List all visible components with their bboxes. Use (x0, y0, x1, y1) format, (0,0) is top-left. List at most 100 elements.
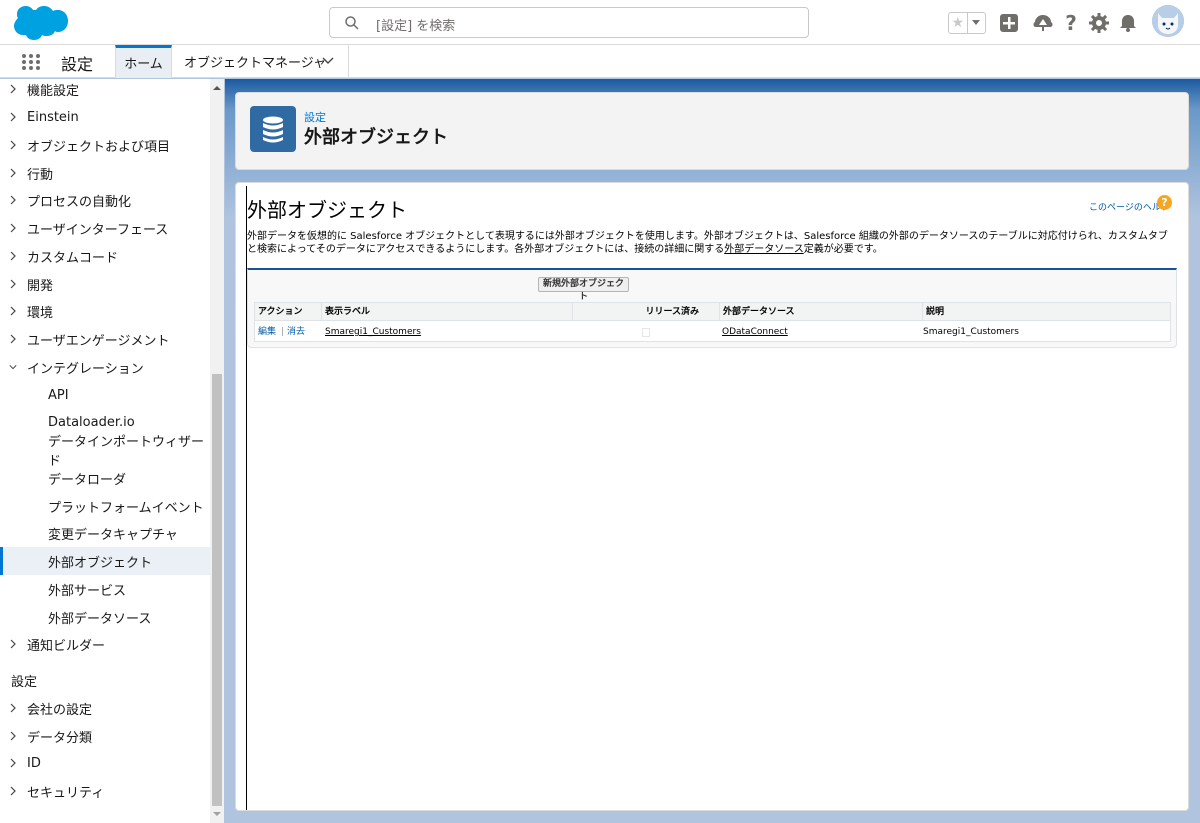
scroll-up-arrow-icon[interactable] (212, 83, 222, 93)
sidebar-item-custom-code[interactable]: カスタムコード (0, 242, 210, 270)
sidebar-item-label: Einstein (27, 109, 79, 125)
external-objects-table: アクション 表示ラベル リリース済み 外部データソース 説明 編集 | 消去 S… (254, 302, 1171, 342)
sidebar-item-einstein[interactable]: Einstein (0, 103, 210, 131)
sidebar-item-platform-events[interactable]: プラットフォームイベント (0, 492, 210, 520)
sidebar-item-objects-fields[interactable]: オブジェクトおよび項目 (0, 131, 210, 159)
sidebar-item-external-data-sources[interactable]: 外部データソース (0, 603, 210, 631)
column-header-description[interactable]: 説明 (922, 303, 1170, 321)
sidebar-item-label: 通知ビルダー (27, 638, 106, 654)
star-icon[interactable]: ★ (949, 13, 968, 33)
trailhead-icon[interactable] (1032, 12, 1054, 34)
chevron-right-icon (10, 168, 16, 178)
global-header: [設定] を検索 ★ ? (0, 0, 1200, 45)
sidebar-item-external-objects[interactable]: 外部オブジェクト (0, 547, 210, 575)
sidebar-item-label: データローダ (48, 472, 127, 488)
gear-icon[interactable] (1088, 12, 1110, 34)
sidebar-item-label: ID (27, 755, 41, 771)
sidebar-item-development[interactable]: 開発 (0, 270, 210, 298)
action-separator: | (281, 327, 285, 337)
chevron-right-icon (10, 251, 16, 261)
scroll-down-arrow-icon[interactable] (212, 809, 222, 819)
sidebar-item-label: 会社の設定 (27, 702, 93, 718)
external-data-source-link[interactable]: 外部データソース (724, 244, 804, 255)
sidebar-item-label: カスタムコード (27, 250, 119, 266)
column-header-data-source[interactable]: 外部データソース (719, 303, 922, 321)
chevron-right-icon (10, 786, 16, 796)
sidebar-item-actions[interactable]: 行動 (0, 159, 210, 187)
sidebar-item-data-classification[interactable]: データ分類 (0, 722, 210, 750)
chevron-right-icon (10, 84, 16, 94)
chevron-right-icon (10, 334, 16, 344)
sidebar-item-label: 変更データキャプチャ (48, 527, 178, 543)
sidebar-item-label: データ分類 (27, 730, 93, 746)
description-text-end: 定義が必要です。 (803, 244, 883, 255)
chevron-down-icon[interactable] (322, 56, 334, 66)
chevron-right-icon (10, 306, 16, 316)
sidebar-item-external-services[interactable]: 外部サービス (0, 575, 210, 603)
salesforce-logo-icon[interactable] (14, 5, 68, 41)
sidebar-item-user-interface[interactable]: ユーザインターフェース (0, 214, 210, 242)
sidebar-item-label: 外部オブジェクト (48, 555, 153, 571)
chevron-right-icon (10, 639, 16, 649)
sidebar-item-label: 外部サービス (48, 583, 127, 599)
sidebar-item-label: 環境 (27, 305, 54, 321)
help-icon[interactable]: ? (1060, 12, 1082, 34)
chevron-right-icon (10, 140, 16, 150)
sidebar-item-label: API (48, 387, 69, 403)
page-title: 外部オブジェクト (304, 127, 448, 148)
sidebar-item-label: 外部データソース (48, 611, 152, 627)
search-bar[interactable]: [設定] を検索 (329, 7, 809, 38)
svg-text:?: ? (1065, 12, 1077, 34)
delete-link[interactable]: 消去 (287, 322, 305, 342)
column-header-label[interactable]: 表示ラベル (321, 303, 572, 321)
chevron-right-icon (10, 195, 16, 205)
sidebar-item-integrations[interactable]: インテグレーション (0, 353, 210, 381)
favorites-group[interactable]: ★ (948, 12, 986, 34)
sidebar-item-user-engagement[interactable]: ユーザエンゲージメント (0, 325, 210, 353)
sidebar-item-label: ユーザインターフェース (27, 222, 169, 238)
user-avatar[interactable] (1152, 5, 1184, 37)
chevron-right-icon (10, 112, 16, 122)
content-title: 外部オブジェクト (247, 198, 407, 222)
column-header-deployed[interactable]: リリース済み (572, 303, 719, 321)
sidebar-item-process-automation[interactable]: プロセスの自動化 (0, 186, 210, 214)
sidebar-item-identity[interactable]: ID (0, 749, 210, 777)
sidebar-item-data-loader[interactable]: データローダ (0, 464, 210, 492)
sidebar-item-label: 機能設定 (27, 83, 80, 99)
edit-link[interactable]: 編集 (258, 322, 276, 342)
sidebar-item-api[interactable]: API (0, 381, 210, 409)
chevron-right-icon (10, 758, 16, 768)
tab-home[interactable]: ホーム (115, 45, 172, 78)
new-external-object-button[interactable]: 新規外部オブジェクト (538, 277, 629, 302)
sidebar-scrollbar-thumb[interactable] (212, 374, 222, 806)
app-navigation: 設定 ホーム オブジェクトマネージャ (0, 45, 1200, 78)
sidebar-item-environments[interactable]: 環境 (0, 297, 210, 325)
sidebar-item-security[interactable]: セキュリティ (0, 777, 210, 805)
sidebar-item-notification-builder[interactable]: 通知ビルダー (0, 630, 210, 658)
chevron-down-icon (9, 365, 17, 370)
notification-bell-icon[interactable] (1117, 12, 1139, 34)
sidebar-item-label: Dataloader.io (48, 414, 135, 430)
sidebar-item-data-import-wizard[interactable]: データインポートウィザード (0, 435, 210, 469)
database-icon (250, 106, 296, 152)
search-icon (345, 16, 359, 30)
column-header-action: アクション (258, 307, 303, 317)
tab-object-manager-label: オブジェクトマネージャ (184, 56, 327, 71)
sidebar-item-label: 開発 (27, 278, 54, 294)
sidebar-item-company-settings[interactable]: 会社の設定 (0, 694, 210, 722)
search-placeholder: [設定] を検索 (376, 19, 456, 34)
external-object-label-link[interactable]: Smaregi1_Customers (325, 322, 421, 342)
sidebar-item-label: ユーザエンゲージメント (27, 333, 170, 349)
app-launcher-icon[interactable] (21, 53, 41, 71)
sidebar-item-label: プロセスの自動化 (27, 194, 132, 210)
sidebar-item-change-data-capture[interactable]: 変更データキャプチャ (0, 519, 210, 547)
data-source-link[interactable]: ODataConnect (722, 322, 788, 342)
tab-object-manager[interactable]: オブジェクトマネージャ (172, 45, 349, 78)
deployed-checkbox (642, 328, 650, 337)
sidebar-item-feature-settings[interactable]: 機能設定 (0, 79, 210, 103)
add-icon[interactable] (998, 12, 1020, 34)
sidebar-item-label: プラットフォームイベント (48, 500, 204, 516)
chevron-down-icon[interactable] (968, 13, 986, 33)
description-text: 外部データを仮想的に Salesforce オブジェクトとして表現するには外部オ… (247, 231, 1168, 255)
help-icon[interactable]: ? (1157, 195, 1172, 210)
